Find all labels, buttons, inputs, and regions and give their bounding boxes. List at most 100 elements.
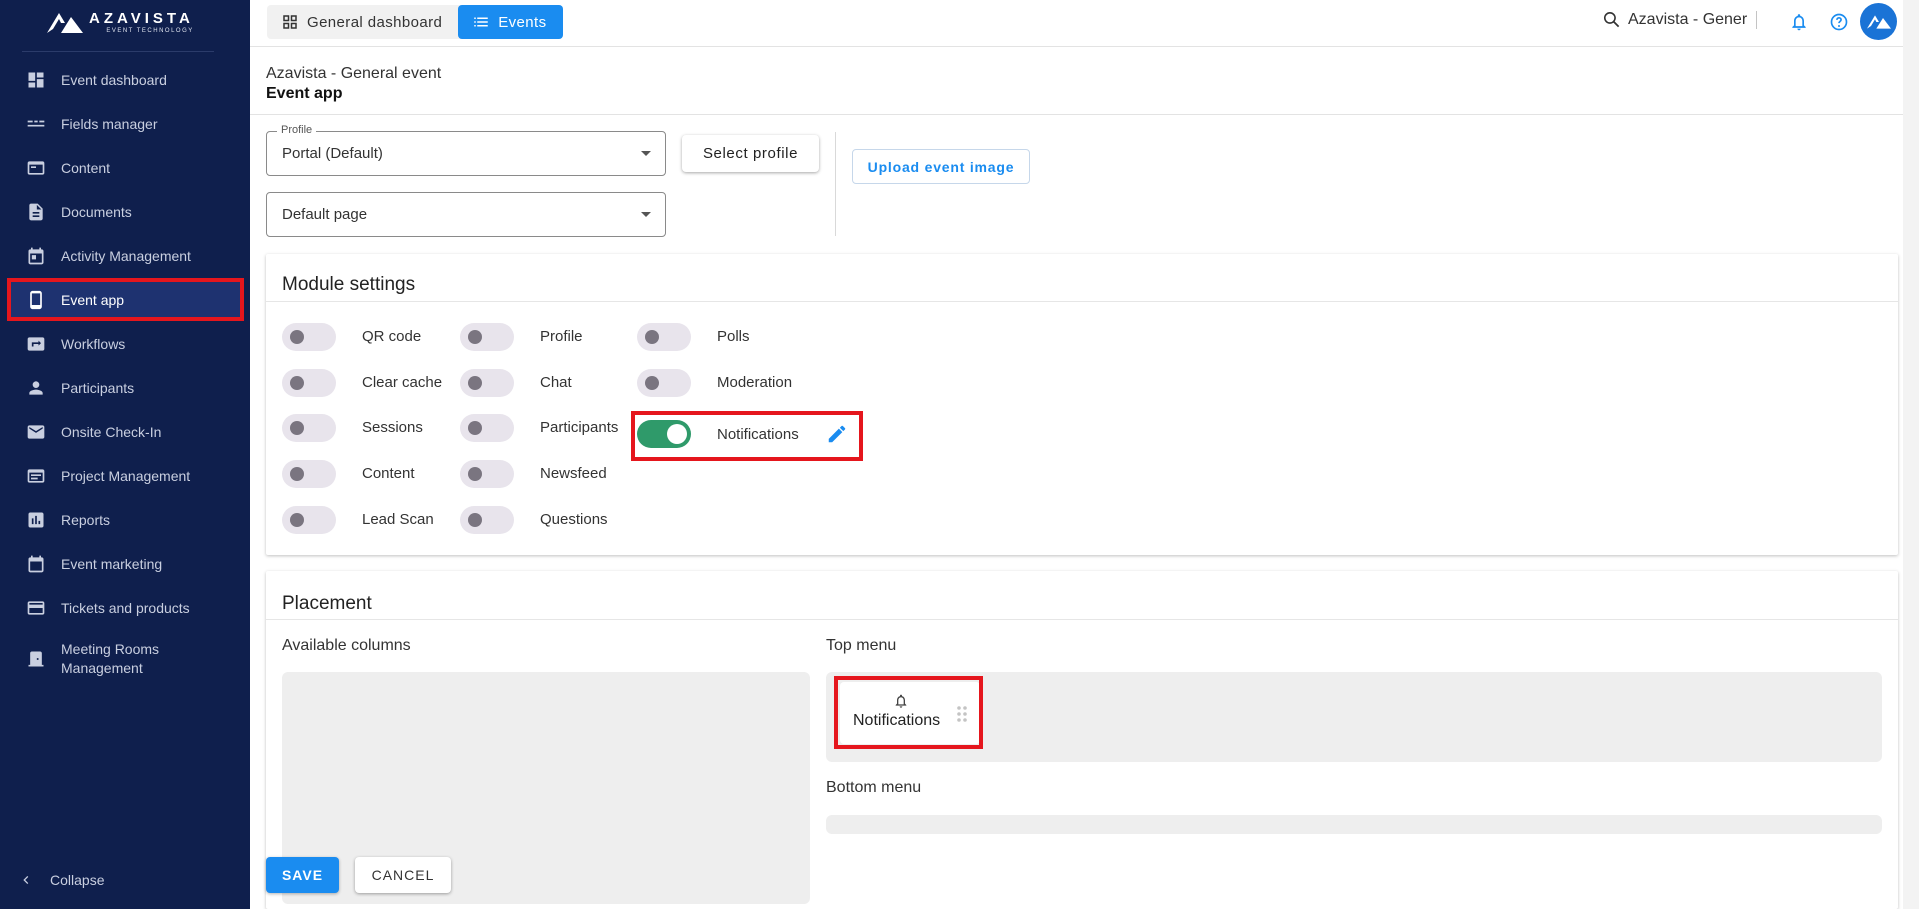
marketing-calendar-icon (25, 553, 47, 575)
avatar[interactable] (1860, 3, 1897, 40)
workflow-icon (25, 333, 47, 355)
sidebar-item-label: Event dashboard (61, 72, 167, 88)
bell-icon[interactable] (1789, 12, 1809, 32)
select-profile-button[interactable]: Select profile (682, 135, 819, 172)
edit-pencil-icon[interactable] (826, 423, 848, 445)
toggle-qr-code[interactable] (282, 323, 336, 351)
toggle-lead-scan[interactable] (282, 506, 336, 534)
dropdown-arrow-icon (641, 151, 651, 156)
help-icon[interactable] (1829, 12, 1849, 32)
toggle-moderation[interactable] (637, 369, 691, 397)
sidebar-item-label: Fields manager (61, 116, 158, 132)
mail-icon (25, 421, 47, 443)
grid-icon (283, 15, 297, 29)
sidebar-item-label: Workflows (61, 336, 126, 352)
placement-title: Placement (282, 593, 372, 614)
dropdown-arrow-icon (641, 212, 651, 217)
tab-general-dashboard[interactable]: General dashboard (267, 5, 458, 39)
toggle-notifications[interactable] (637, 420, 691, 448)
sidebar-item-label: Activity Management (61, 248, 191, 264)
tab-events[interactable]: Events (458, 5, 563, 39)
sidebar-item-activity-management[interactable]: Activity Management (8, 236, 244, 276)
chevron-left-icon (23, 876, 29, 884)
profile-select[interactable]: Portal (Default) (266, 131, 666, 176)
drag-handle-icon[interactable] (956, 705, 968, 723)
cancel-button[interactable]: CANCEL (355, 857, 451, 893)
toggle-label: Clear cache (362, 374, 443, 391)
door-icon (25, 648, 47, 670)
top-menu-label: Top menu (826, 637, 897, 654)
calendar-icon (25, 245, 47, 267)
list-icon (474, 17, 488, 27)
toggle-label: Participants (540, 419, 619, 436)
toggle-participants[interactable] (460, 414, 514, 442)
project-icon (25, 465, 47, 487)
sidebar-item-label: Reports (61, 512, 111, 528)
sidebar-item-event-dashboard[interactable]: Event dashboard (8, 60, 244, 100)
sidebar-item-label: Project Management (61, 468, 191, 484)
toggle-label: Notifications (717, 426, 799, 443)
upload-event-image-button[interactable]: Upload event image (852, 149, 1030, 184)
phone-icon (25, 289, 47, 311)
toggle-content[interactable] (282, 460, 336, 488)
card-divider (266, 301, 1898, 302)
bottom-menu-label: Bottom menu (826, 779, 922, 796)
scrollbar[interactable] (1903, 0, 1919, 909)
sidebar-item-event-marketing[interactable]: Event marketing (8, 544, 244, 584)
sidebar-item-event-app[interactable]: Event app (8, 280, 244, 320)
sidebar-item-onsite-check-in[interactable]: Onsite Check-In (8, 412, 244, 452)
sidebar-item-participants[interactable]: Participants (8, 368, 244, 408)
default-page-select[interactable]: Default page (266, 192, 666, 237)
event-search[interactable]: Azavista - Gener (1602, 10, 1758, 29)
toggle-questions[interactable] (460, 506, 514, 534)
sidebar-item-fields-manager[interactable]: Fields manager (8, 104, 244, 144)
sidebar-item-label: Content (61, 160, 111, 176)
profile-select-label: Profile (277, 124, 317, 136)
content-icon (25, 157, 47, 179)
top-menu-dropzone[interactable] (826, 672, 1882, 762)
header-divider (250, 114, 1903, 115)
search-icon (1603, 11, 1620, 28)
toggle-label: Chat (540, 374, 572, 391)
dashboard-icon (25, 69, 47, 91)
profile-select-value: Portal (Default) (282, 145, 383, 162)
sidebar-item-tickets-and-products[interactable]: Tickets and products (8, 588, 244, 628)
top-menu-item-label: Notifications (853, 712, 941, 729)
collapse-label: Collapse (50, 872, 105, 888)
sidebar-item-project-management[interactable]: Project Management (8, 456, 244, 496)
page-title: Event app (266, 85, 343, 102)
sidebar: AZAVISTA EVENT TECHNOLOGY Event dashboar… (0, 0, 250, 909)
brand-logo[interactable]: AZAVISTA EVENT TECHNOLOGY (47, 8, 207, 38)
user-logo-icon (1866, 14, 1891, 29)
toggle-clear-cache[interactable] (282, 369, 336, 397)
top-menu-item-notifications[interactable]: Notifications (840, 682, 980, 744)
toggle-label: Moderation (717, 374, 793, 391)
azavista-logo-icon (47, 13, 83, 33)
sidebar-item-reports[interactable]: Reports (8, 500, 244, 540)
toggle-profile[interactable] (460, 323, 514, 351)
sidebar-item-label: Event marketing (61, 556, 163, 572)
toggle-label: Content (362, 465, 415, 482)
default-page-placeholder: Default page (282, 206, 368, 223)
top-tabs: General dashboard Events (267, 5, 563, 39)
toggle-sessions[interactable] (282, 414, 336, 442)
sidebar-item-label: Onsite Check-In (61, 424, 162, 440)
save-button[interactable]: SAVE (266, 857, 339, 893)
top-bar: General dashboard Events Azavista - Gene… (250, 0, 1919, 47)
tab-label: Events (498, 13, 547, 31)
sidebar-item-documents[interactable]: Documents (8, 192, 244, 232)
sidebar-item-content[interactable]: Content (8, 148, 244, 188)
search-text: Azavista - Gener (1628, 10, 1748, 28)
sidebar-item-workflows[interactable]: Workflows (8, 324, 244, 364)
toggle-newsfeed[interactable] (460, 460, 514, 488)
document-icon (25, 201, 47, 223)
sidebar-item-label: Meeting Rooms Management (61, 641, 160, 676)
toggle-label: Lead Scan (362, 511, 434, 528)
toggle-polls[interactable] (637, 323, 691, 351)
reports-icon (25, 509, 47, 531)
toggle-chat[interactable] (460, 369, 514, 397)
collapse-button[interactable]: Collapse (18, 872, 104, 888)
fields-icon (25, 113, 47, 135)
sidebar-item-meeting-rooms-management[interactable]: Meeting Rooms Management (8, 638, 244, 680)
bottom-menu-dropzone[interactable] (826, 815, 1882, 834)
